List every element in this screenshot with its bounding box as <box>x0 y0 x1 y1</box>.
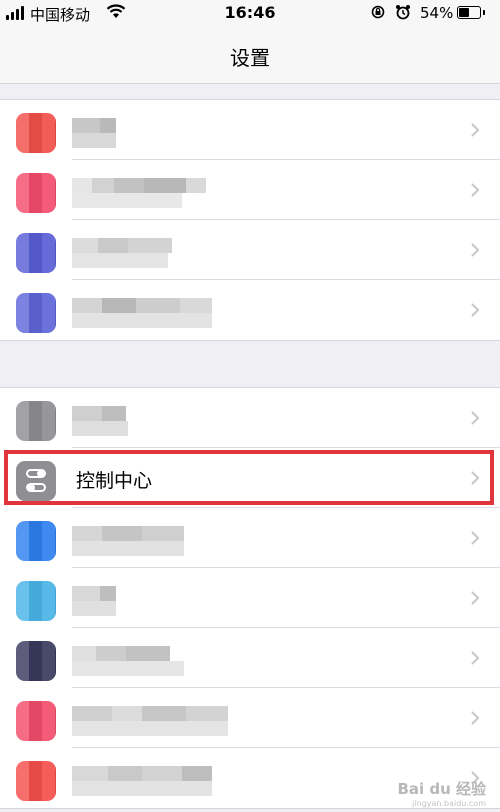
settings-row[interactable] <box>0 628 500 688</box>
chevron-right-icon <box>471 411 480 425</box>
app-icon <box>16 581 56 621</box>
settings-group-1 <box>0 99 500 341</box>
chevron-right-icon <box>471 243 480 257</box>
rotation-lock-icon <box>371 5 385 19</box>
chevron-right-icon <box>471 123 480 137</box>
chevron-right-icon <box>471 591 480 605</box>
app-icon <box>16 641 56 681</box>
settings-row-control-center[interactable]: 控制中心 <box>0 448 500 508</box>
app-icon <box>16 701 56 741</box>
chevron-right-icon <box>471 651 480 665</box>
settings-group-2: 控制中心 <box>0 387 500 809</box>
chevron-right-icon <box>471 183 480 197</box>
app-icon <box>16 521 56 561</box>
navigation-bar: 设置 <box>0 28 500 84</box>
battery-percent: 54% <box>420 4 454 22</box>
settings-row[interactable] <box>0 280 500 340</box>
chevron-right-icon <box>471 471 480 485</box>
chevron-right-icon <box>471 531 480 545</box>
page-title: 设置 <box>230 46 270 70</box>
app-icon <box>16 233 56 273</box>
control-center-icon <box>16 461 56 501</box>
alarm-icon <box>396 5 410 20</box>
app-icon <box>16 401 56 441</box>
settings-row-label: 控制中心 <box>76 470 153 492</box>
settings-row[interactable] <box>0 100 500 160</box>
settings-row[interactable] <box>0 688 500 748</box>
app-icon <box>16 113 56 153</box>
battery-icon <box>457 6 485 19</box>
settings-row[interactable] <box>0 388 500 448</box>
status-bar: 中国移动 16:46 54% <box>0 0 500 28</box>
settings-row[interactable] <box>0 160 500 220</box>
chevron-right-icon <box>471 711 480 725</box>
settings-row[interactable] <box>0 568 500 628</box>
chevron-right-icon <box>471 303 480 317</box>
app-icon <box>16 173 56 213</box>
app-icon <box>16 293 56 333</box>
settings-row[interactable] <box>0 508 500 568</box>
app-icon <box>16 761 56 801</box>
watermark: Bai du 经验 jingyan.baidu.com <box>397 780 486 808</box>
settings-row[interactable] <box>0 220 500 280</box>
